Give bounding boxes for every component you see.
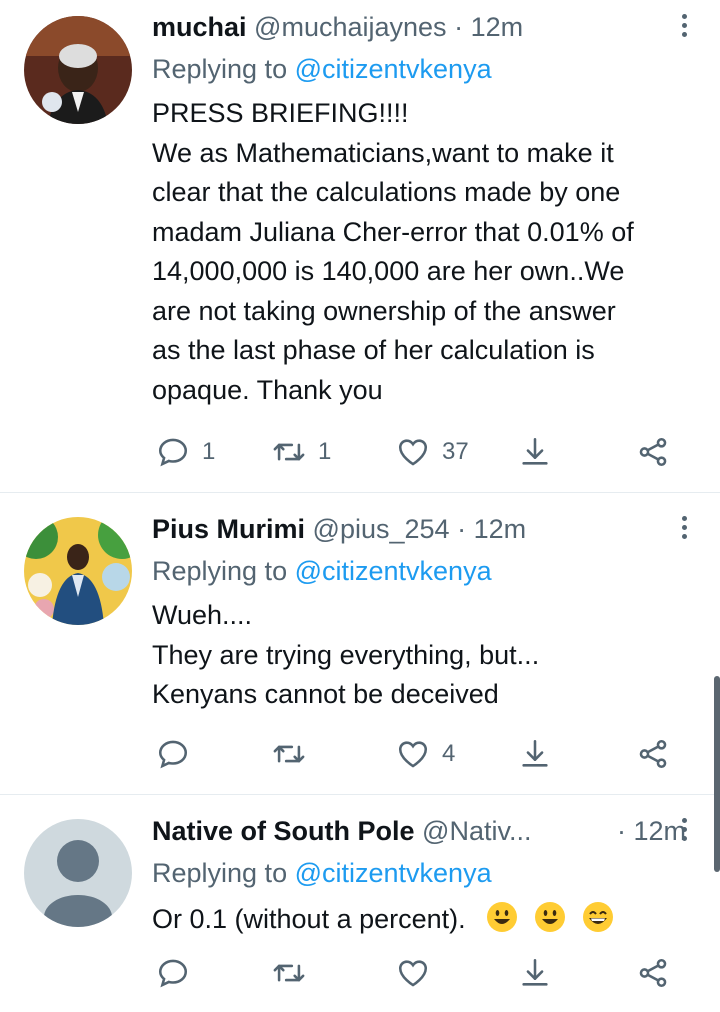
user-handle[interactable]: @muchaijaynes (254, 12, 447, 42)
replying-to: Replying to @citizentvkenya (152, 856, 492, 890)
tweet-line: Kenyans cannot be deceived (152, 679, 499, 709)
share-icon (639, 437, 667, 467)
user-handle[interactable]: @pius_254 (313, 514, 450, 544)
tweet-text: Or 0.1 (without a percent). (152, 900, 700, 940)
timestamp[interactable]: 12m (633, 816, 686, 846)
tweet-line: Or 0.1 (without a percent). (152, 904, 466, 934)
display-name[interactable]: Pius Murimi (152, 514, 305, 544)
reply-button[interactable] (156, 953, 202, 993)
reply-button[interactable]: 1 (156, 432, 215, 472)
like-button[interactable]: 4 (396, 734, 455, 774)
tweet-line: madam Juliana Cher-error that 0.01% of (152, 216, 634, 247)
separator-dot: · (616, 816, 626, 846)
like-count: 4 (442, 740, 456, 767)
mention-link[interactable]: @citizentvkenya (295, 556, 492, 586)
tweet-time: · 12m (617, 814, 686, 848)
tweet-header: muchai @muchaijaynes · 12m (152, 10, 660, 44)
like-count: 37 (442, 438, 469, 465)
bookmark-icon (522, 958, 548, 986)
mention-link[interactable]: @citizentvkenya (295, 858, 492, 888)
share-button[interactable] (636, 734, 670, 774)
smiley-emoji-icon (535, 902, 566, 932)
bookmark-button[interactable] (518, 734, 552, 774)
user-handle[interactable]: @Nativ... (422, 816, 531, 846)
separator-dot: · (454, 12, 464, 42)
replying-to-label: Replying to (152, 556, 295, 586)
share-icon (639, 958, 667, 988)
replying-to: Replying to @citizentvkenya (152, 52, 492, 86)
heart-icon (398, 960, 428, 987)
more-vertical-icon[interactable] (680, 14, 690, 41)
replying-to-label: Replying to (152, 858, 295, 888)
scrollbar[interactable] (714, 676, 720, 872)
bookmark-button[interactable] (518, 432, 552, 472)
share-button[interactable] (636, 432, 670, 472)
retweet-button[interactable] (272, 734, 318, 774)
bookmark-icon (522, 739, 548, 767)
tweet-native-of-south-pole[interactable]: Native of South Pole @Nativ... · 12m Rep… (0, 795, 720, 1012)
share-icon (639, 739, 667, 769)
tweet-actions: 4 (152, 734, 692, 774)
tweet-line: are not taking ownership of the answer (152, 295, 616, 326)
reply-icon (158, 740, 188, 769)
reply-button[interactable] (156, 734, 202, 774)
retweet-count: 1 (318, 438, 332, 465)
tweet-line: We as Mathematicians,want to make it (152, 137, 614, 168)
tweet-actions: 1 1 37 (152, 432, 692, 472)
default-avatar-icon[interactable] (24, 819, 132, 927)
bookmark-icon (522, 437, 548, 465)
retweet-icon (273, 443, 305, 461)
tweet-line: PRESS BRIEFING!!!! (152, 98, 409, 128)
retweet-button[interactable] (272, 953, 318, 993)
tweet-header: Pius Murimi @pius_254 · 12m (152, 512, 660, 546)
heart-icon (398, 741, 428, 768)
tweet-text: PRESS BRIEFING!!!! We as Mathematicians,… (152, 94, 700, 410)
more-vertical-icon[interactable] (680, 516, 690, 543)
like-button[interactable] (396, 953, 442, 993)
replying-to: Replying to @citizentvkenya (152, 554, 492, 588)
avatar-pius-murimi[interactable] (24, 517, 132, 625)
reply-icon (158, 959, 188, 988)
timestamp[interactable]: 12m (474, 514, 527, 544)
tweet-line: 14,000,000 is 140,000 are her own..We (152, 256, 625, 286)
heart-icon (398, 439, 428, 466)
display-name[interactable]: Native of South Pole (152, 816, 415, 846)
tweet-line: Wueh.... (152, 600, 253, 630)
tweet-header: Native of South Pole @Nativ... (152, 814, 620, 848)
retweet-button[interactable]: 1 (272, 432, 331, 472)
smiley-emoji-icon (487, 902, 518, 932)
retweet-icon (273, 964, 305, 982)
tweet-line: opaque. Thank you (152, 374, 383, 405)
like-button[interactable]: 37 (396, 432, 469, 472)
tweet-pius-murimi[interactable]: Pius Murimi @pius_254 · 12m Replying to … (0, 493, 720, 794)
replying-to-label: Replying to (152, 54, 295, 84)
share-button[interactable] (636, 953, 670, 993)
tweet-muchai[interactable]: muchai @muchaijaynes · 12m Replying to @… (0, 0, 720, 492)
more-vertical-icon[interactable] (680, 818, 690, 845)
separator-dot: · (457, 514, 467, 544)
display-name[interactable]: muchai (152, 12, 247, 42)
grinning-emoji-icon (583, 902, 614, 932)
tweet-line: They are trying everything, but... (152, 639, 540, 670)
avatar-muchai[interactable] (24, 16, 132, 124)
timestamp[interactable]: 12m (471, 12, 524, 42)
retweet-icon (273, 745, 305, 763)
bookmark-button[interactable] (518, 953, 552, 993)
tweet-text: Wueh.... They are trying everything, but… (152, 596, 700, 715)
reply-count: 1 (202, 438, 216, 465)
reply-icon (158, 438, 188, 467)
tweet-line: clear that the calculations made by one (152, 177, 621, 207)
mention-link[interactable]: @citizentvkenya (295, 54, 492, 84)
tweet-actions (152, 953, 692, 993)
tweet-line: as the last phase of her calculation is (152, 335, 595, 365)
